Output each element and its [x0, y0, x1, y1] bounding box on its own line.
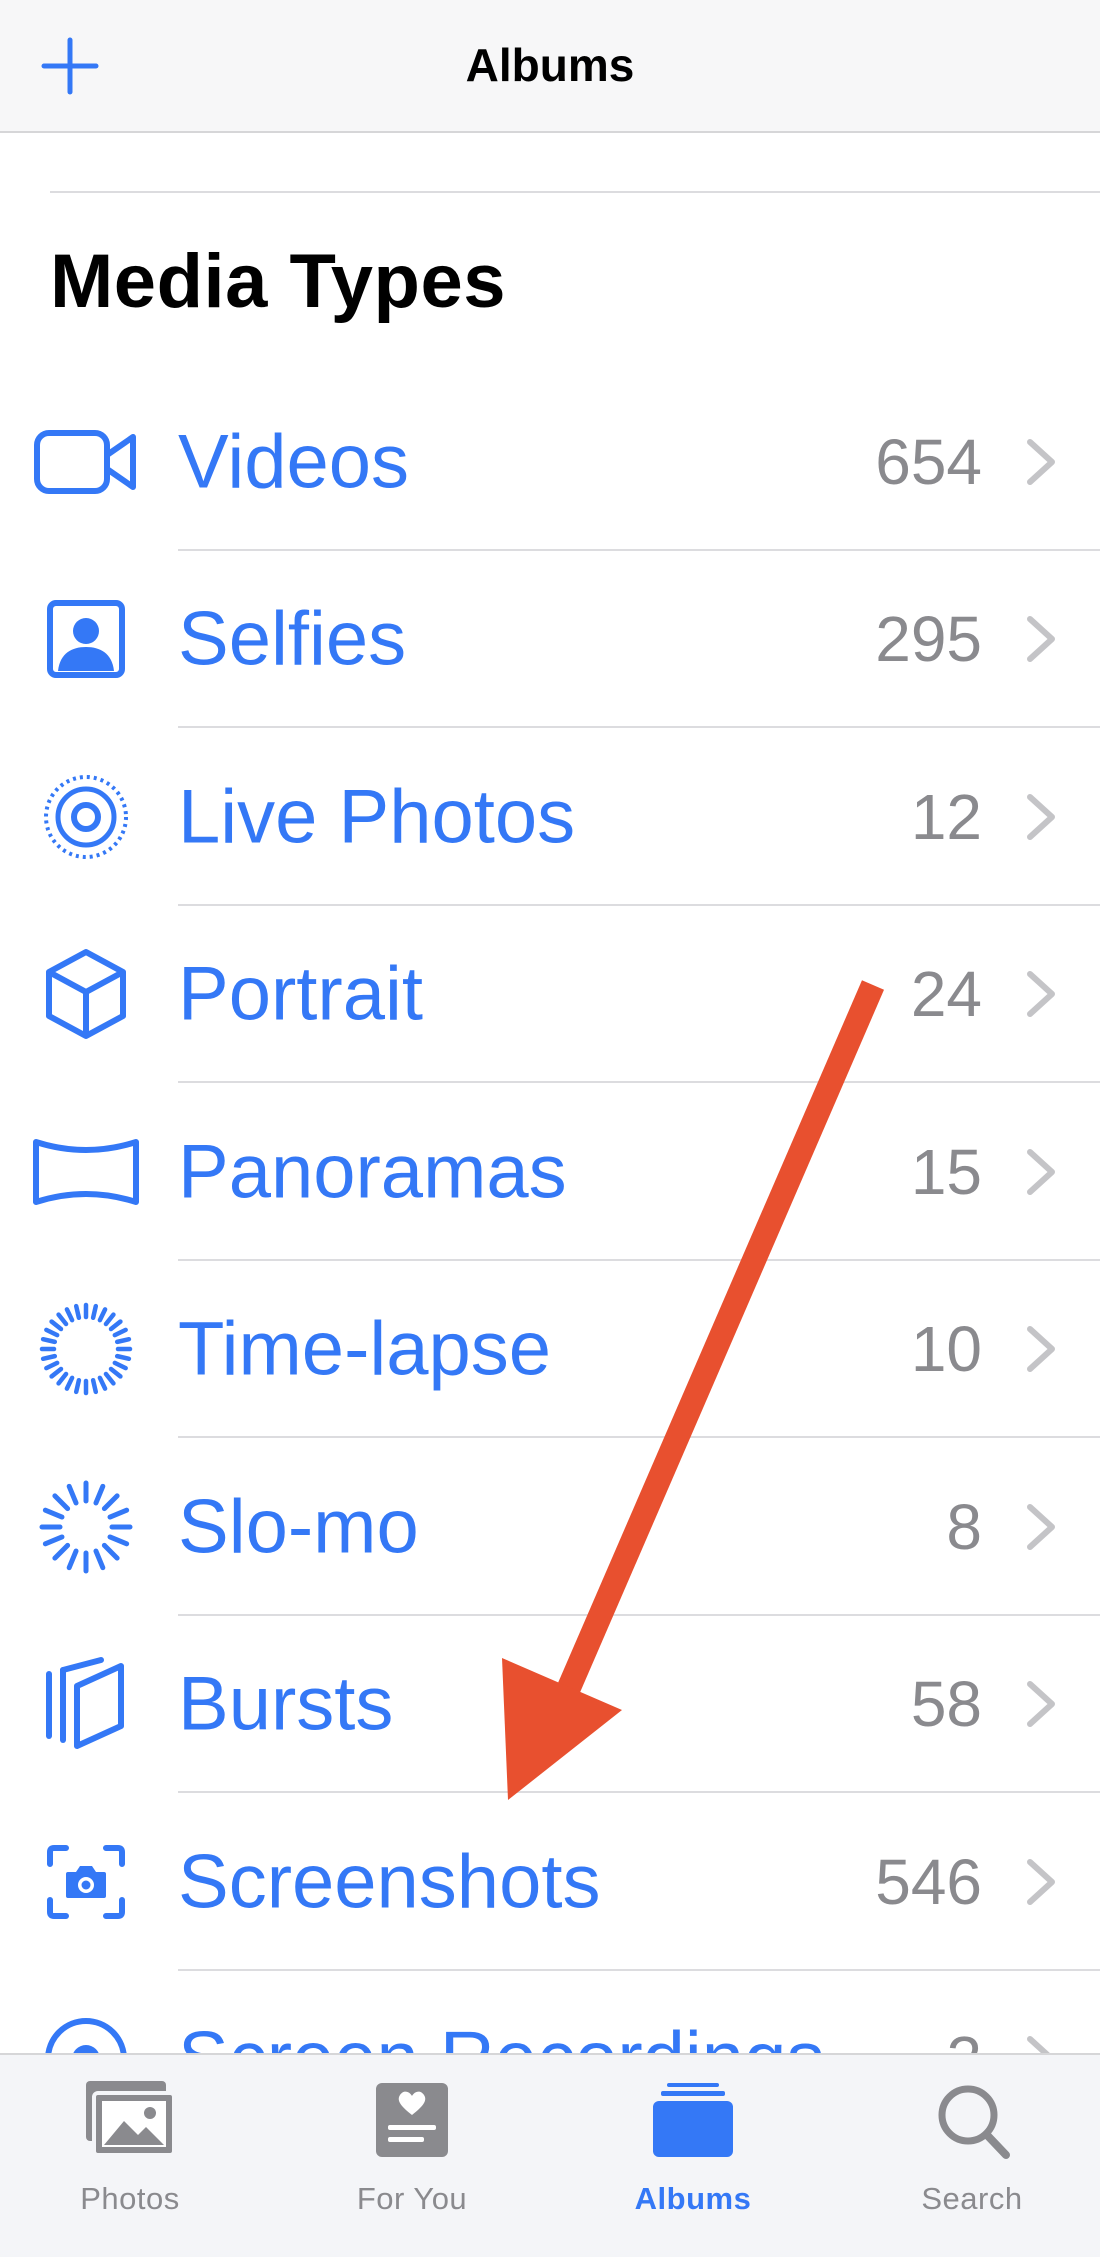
media-type-row-panoramas[interactable]: Panoramas 15	[0, 1083, 1100, 1261]
media-type-row-portrait[interactable]: Portrait 24	[0, 906, 1100, 1083]
chevron-right-icon	[1027, 1858, 1055, 1905]
media-type-row-selfies[interactable]: Selfies 295	[0, 551, 1100, 728]
media-type-label: Bursts	[178, 1661, 394, 1747]
selfie-portrait-icon	[26, 579, 146, 699]
chevron-right-icon	[1027, 1503, 1055, 1550]
media-type-count: 24	[910, 958, 982, 1031]
tab-bar: Photos For You Albums Search	[0, 2053, 1100, 2257]
tab-albums[interactable]: Albums	[583, 2075, 803, 2245]
albums-icon	[643, 2075, 743, 2165]
panorama-icon	[26, 1112, 146, 1232]
media-type-row-slo-mo[interactable]: Slo-mo 8	[0, 1438, 1100, 1616]
media-type-label: Slo-mo	[178, 1484, 419, 1570]
media-type-label: Selfies	[178, 596, 407, 682]
screenshot-camera-icon	[26, 1822, 146, 1942]
media-type-row-screenshots[interactable]: Screenshots 546	[0, 1793, 1100, 1971]
media-type-count: 10	[910, 1313, 982, 1386]
tab-label: Search	[921, 2181, 1023, 2216]
media-type-count: 8	[946, 1490, 982, 1563]
media-type-label: Live Photos	[178, 774, 576, 860]
tab-label: Photos	[80, 2181, 180, 2216]
tab-for-you[interactable]: For You	[302, 2075, 522, 2245]
media-type-count: 58	[910, 1668, 982, 1741]
bursts-icon	[26, 1644, 146, 1764]
for-you-icon	[362, 2075, 462, 2165]
video-camera-icon	[26, 402, 146, 522]
search-icon	[922, 2075, 1022, 2165]
chevron-right-icon	[1027, 971, 1055, 1018]
media-type-label: Screen Recordings	[178, 2016, 824, 2053]
media-type-count: 2	[946, 2022, 982, 2053]
media-type-count: 15	[910, 1135, 982, 1208]
media-type-count: 12	[910, 780, 982, 853]
tab-label: For You	[356, 2181, 468, 2216]
chevron-right-icon	[1027, 1326, 1055, 1373]
media-type-label: Videos	[178, 419, 410, 505]
media-type-row-bursts[interactable]: Bursts 58	[0, 1616, 1100, 1793]
media-types-list: Videos 654 Selfies 295 Live Photos 12 Po…	[0, 373, 1100, 2053]
divider	[50, 191, 1100, 193]
tab-label: Albums	[634, 2181, 752, 2216]
media-type-label: Time-lapse	[178, 1306, 552, 1392]
chevron-right-icon	[1027, 1681, 1055, 1728]
chevron-right-icon	[1027, 616, 1055, 663]
chevron-right-icon	[1027, 1148, 1055, 1195]
chevron-right-icon	[1027, 793, 1055, 840]
screen-recording-icon	[26, 1999, 146, 2053]
chevron-right-icon	[1027, 2036, 1050, 2053]
media-type-label: Panoramas	[178, 1129, 567, 1215]
media-type-label: Portrait	[178, 951, 423, 1037]
media-type-row-live-photos[interactable]: Live Photos 12	[0, 728, 1100, 906]
section-title: Media Types	[50, 239, 507, 324]
media-type-label: Screenshots	[178, 1839, 601, 1925]
tab-photos[interactable]: Photos	[20, 2075, 240, 2245]
navigation-bar: Albums	[0, 0, 1100, 133]
live-photos-icon	[26, 757, 146, 877]
media-type-row-videos[interactable]: Videos 654	[0, 373, 1100, 551]
chevron-right-icon	[1027, 438, 1055, 485]
media-type-count: 546	[875, 1845, 982, 1918]
timelapse-icon	[26, 1289, 146, 1409]
tab-search[interactable]: Search	[862, 2075, 1082, 2245]
slomo-icon	[26, 1467, 146, 1587]
page-title: Albums	[465, 39, 635, 91]
media-type-row-screen-recordings[interactable]: Screen Recordings 2	[0, 1971, 1100, 2053]
photos-icon	[80, 2075, 180, 2165]
media-type-count: 295	[875, 603, 982, 676]
media-type-row-time-lapse[interactable]: Time-lapse 10	[0, 1261, 1100, 1438]
media-type-count: 654	[875, 425, 982, 498]
cube-icon	[26, 934, 146, 1054]
